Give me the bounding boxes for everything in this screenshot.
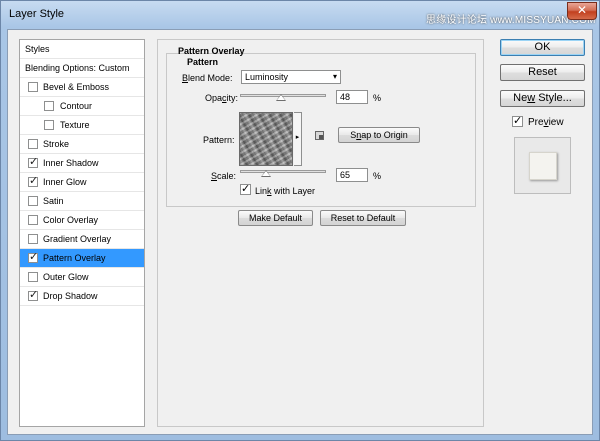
style-list-item[interactable]: Color Overlay bbox=[20, 211, 144, 230]
dialog-client-area: Styles Blending Options: Custom Bevel & Em… bbox=[7, 29, 593, 435]
style-preview-swatch bbox=[529, 152, 557, 180]
style-list-item[interactable]: Texture bbox=[20, 116, 144, 135]
style-checkbox[interactable]: ✓ bbox=[28, 175, 39, 187]
chevron-right-icon: ▸ bbox=[295, 134, 300, 141]
blend-mode-label: Blend Mode: bbox=[182, 73, 233, 83]
style-list-item[interactable]: Bevel & Emboss bbox=[20, 78, 144, 97]
reset-button[interactable]: Reset bbox=[500, 64, 585, 81]
scale-label: Scale: bbox=[211, 171, 237, 181]
pattern-swatch[interactable] bbox=[239, 112, 293, 166]
style-preview-box bbox=[514, 137, 571, 194]
style-checkbox[interactable] bbox=[28, 82, 38, 92]
opacity-input[interactable]: 48 bbox=[336, 90, 368, 104]
style-checkbox[interactable] bbox=[28, 234, 38, 244]
style-list-label: Styles bbox=[25, 44, 50, 54]
opacity-slider-thumb[interactable] bbox=[276, 94, 287, 101]
scale-input[interactable]: 65 bbox=[336, 168, 368, 182]
new-style-button[interactable]: New Style... bbox=[500, 90, 585, 107]
styles-list: Styles Blending Options: Custom Bevel & Em… bbox=[19, 39, 145, 427]
style-list-item[interactable]: ✓ Drop Shadow bbox=[20, 287, 144, 306]
checkmark-icon: ✓ bbox=[513, 115, 523, 127]
preview-checkbox[interactable]: ✓ bbox=[512, 115, 523, 127]
style-list-item[interactable]: ✓ Inner Shadow bbox=[20, 154, 144, 173]
preview-label: Preview bbox=[528, 117, 564, 128]
section-title: Pattern Overlay bbox=[178, 46, 245, 56]
new-preset-icon[interactable] bbox=[315, 131, 324, 140]
style-list-item[interactable]: Blending Options: Custom bbox=[20, 59, 144, 78]
layer-style-window: Layer Style 思缘设计论坛 www.MISSYUAN.COM ✕ St… bbox=[0, 0, 600, 441]
blend-mode-value: Luminosity bbox=[245, 72, 289, 82]
snap-to-origin-button[interactable]: Snap to Origin bbox=[338, 127, 420, 143]
scale-slider-thumb[interactable] bbox=[260, 170, 271, 177]
style-list-label: Stroke bbox=[43, 139, 70, 149]
link-with-layer-label: Link with Layer bbox=[255, 186, 316, 196]
checkmark-icon: ✓ bbox=[29, 289, 39, 301]
chevron-down-icon: ▾ bbox=[332, 72, 337, 81]
checkmark-icon: ✓ bbox=[29, 251, 39, 263]
style-checkbox[interactable] bbox=[28, 215, 38, 225]
close-button[interactable]: ✕ bbox=[567, 2, 597, 20]
reset-to-default-button[interactable]: Reset to Default bbox=[320, 210, 406, 226]
blend-mode-select[interactable]: Luminosity ▾ bbox=[241, 70, 341, 84]
pattern-overlay-panel: Pattern Overlay Pattern Blend Mode: Lumi… bbox=[157, 39, 484, 427]
style-list-label: Texture bbox=[60, 120, 90, 130]
checkmark-icon: ✓ bbox=[241, 183, 251, 195]
style-checkbox[interactable]: ✓ bbox=[28, 251, 39, 263]
close-icon: ✕ bbox=[576, 3, 588, 17]
style-list-item[interactable]: Styles bbox=[20, 40, 144, 59]
style-list-label: Outer Glow bbox=[43, 272, 89, 282]
opacity-label: Opacity: bbox=[205, 93, 239, 103]
style-checkbox[interactable] bbox=[44, 120, 54, 130]
make-default-button[interactable]: Make Default bbox=[238, 210, 313, 226]
opacity-unit: % bbox=[373, 93, 382, 103]
style-checkbox[interactable]: ✓ bbox=[28, 289, 39, 301]
checkmark-icon: ✓ bbox=[29, 156, 39, 168]
style-list-item[interactable]: Contour bbox=[20, 97, 144, 116]
style-list-item[interactable]: ✓ Inner Glow bbox=[20, 173, 144, 192]
style-list-label: Color Overlay bbox=[43, 215, 99, 225]
style-list-item[interactable]: Gradient Overlay bbox=[20, 230, 144, 249]
checkmark-icon: ✓ bbox=[29, 175, 39, 187]
style-list-label: Satin bbox=[43, 196, 64, 206]
title-bar[interactable]: Layer Style 思缘设计论坛 www.MISSYUAN.COM ✕ bbox=[1, 1, 599, 29]
style-checkbox[interactable] bbox=[28, 196, 38, 206]
ok-button[interactable]: OK bbox=[500, 39, 585, 56]
style-list-label: Pattern Overlay bbox=[43, 253, 106, 263]
link-with-layer-checkbox[interactable]: ✓ bbox=[240, 183, 251, 195]
scale-unit: % bbox=[373, 171, 382, 181]
style-list-item[interactable]: Stroke bbox=[20, 135, 144, 154]
style-list-label: Blending Options: Custom bbox=[25, 63, 130, 73]
pattern-picker-arrow[interactable]: ▸ bbox=[294, 112, 302, 166]
style-checkbox[interactable] bbox=[28, 139, 38, 149]
style-list-label: Bevel & Emboss bbox=[43, 82, 110, 92]
scale-slider-track[interactable] bbox=[240, 170, 326, 173]
window-title: Layer Style bbox=[9, 8, 65, 20]
style-list-label: Drop Shadow bbox=[43, 291, 98, 301]
style-list-item[interactable]: ✓ Pattern Overlay bbox=[20, 249, 144, 268]
style-list-item[interactable]: Outer Glow bbox=[20, 268, 144, 287]
style-checkbox[interactable]: ✓ bbox=[28, 156, 39, 168]
style-list-label: Gradient Overlay bbox=[43, 234, 112, 244]
style-checkbox[interactable] bbox=[44, 101, 54, 111]
style-list-label: Inner Shadow bbox=[43, 158, 99, 168]
group-title: Pattern bbox=[186, 57, 220, 67]
style-checkbox[interactable] bbox=[28, 272, 38, 282]
style-list-item[interactable]: Satin bbox=[20, 192, 144, 211]
style-list-label: Inner Glow bbox=[43, 177, 87, 187]
pattern-label: Pattern: bbox=[203, 135, 235, 145]
style-list-label: Contour bbox=[60, 101, 93, 111]
